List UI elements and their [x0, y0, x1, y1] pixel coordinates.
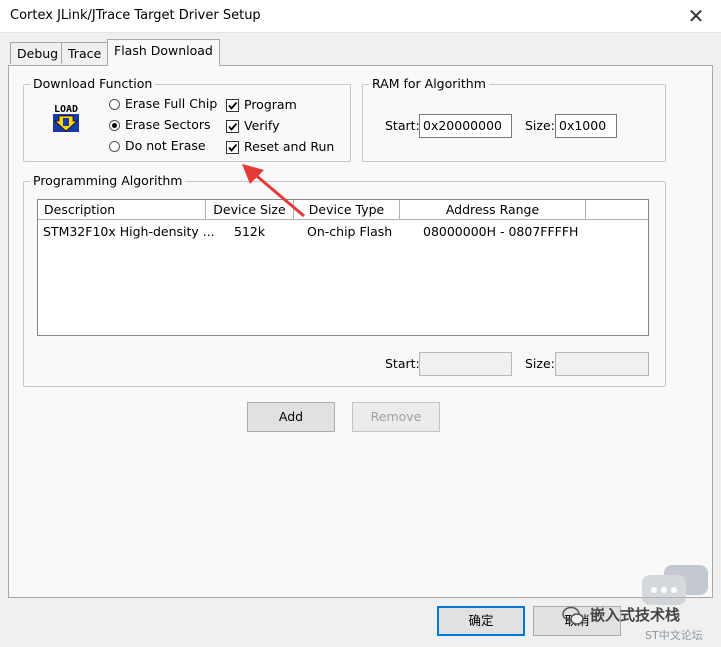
- do-not-erase-radio[interactable]: [109, 141, 120, 152]
- column-header-address-range[interactable]: Address Range: [400, 200, 586, 220]
- ok-button[interactable]: 确定: [437, 606, 525, 636]
- erase-sectors-radio[interactable]: [109, 120, 120, 131]
- algorithm-size-input[interactable]: [555, 352, 649, 376]
- erase-sectors-label[interactable]: Erase Sectors: [125, 117, 211, 132]
- ram-for-algorithm-title: RAM for Algorithm: [369, 76, 489, 92]
- row-address-range[interactable]: 08000000H - 0807FFFFH: [423, 224, 578, 240]
- verify-label[interactable]: Verify: [244, 118, 279, 133]
- column-header-description[interactable]: Description: [38, 200, 206, 220]
- chat-bubble-icon: [640, 563, 710, 607]
- tab-debug[interactable]: Debug: [10, 42, 66, 64]
- add-button[interactable]: Add: [247, 402, 335, 432]
- checkmark-icon: [228, 101, 238, 110]
- reset-and-run-checkbox[interactable]: [226, 141, 239, 154]
- algorithm-size-label: Size:: [525, 356, 555, 371]
- window-title: Cortex JLink/JTrace Target Driver Setup: [10, 8, 261, 23]
- annotation-arrow: [242, 164, 305, 218]
- ram-start-label: Start:: [385, 118, 420, 133]
- load-icon-text: LOAD: [54, 104, 78, 115]
- verify-checkbox[interactable]: [226, 120, 239, 133]
- close-icon[interactable]: ✕: [684, 4, 708, 28]
- tab-flash-download[interactable]: Flash Download: [107, 39, 220, 66]
- checkmark-icon: [228, 122, 238, 131]
- row-description[interactable]: STM32F10x High-density ...: [43, 224, 215, 240]
- watermark-subtext: ST中文论坛: [645, 629, 703, 642]
- ram-start-input[interactable]: 0x20000000: [419, 114, 512, 138]
- row-device-size[interactable]: 512k: [234, 224, 265, 240]
- program-checkbox[interactable]: [226, 99, 239, 112]
- remove-button[interactable]: Remove: [352, 402, 440, 432]
- tab-trace[interactable]: Trace: [61, 42, 109, 64]
- erase-full-chip-radio[interactable]: [109, 99, 120, 110]
- wechat-icon: [562, 606, 584, 626]
- reset-and-run-label[interactable]: Reset and Run: [244, 139, 334, 154]
- algorithm-start-label: Start:: [385, 356, 420, 371]
- erase-full-chip-label[interactable]: Erase Full Chip: [125, 96, 217, 111]
- ram-size-label: Size:: [525, 118, 555, 133]
- column-header-empty: [586, 200, 648, 220]
- ram-size-input[interactable]: 0x1000: [555, 114, 617, 138]
- checkmark-icon: [228, 143, 238, 152]
- algorithm-start-input[interactable]: [419, 352, 512, 376]
- title-bar: Cortex JLink/JTrace Target Driver Setup …: [0, 0, 721, 33]
- program-label[interactable]: Program: [244, 97, 297, 112]
- radio-selected-dot: [112, 123, 117, 128]
- do-not-erase-label[interactable]: Do not Erase: [125, 138, 206, 153]
- programming-algorithm-title: Programming Algorithm: [30, 173, 186, 189]
- algorithm-list[interactable]: Description Device Size Device Type Addr…: [37, 199, 649, 336]
- watermark-text: 嵌入式技术栈: [590, 606, 681, 624]
- download-function-title: Download Function: [30, 76, 156, 92]
- load-icon: LOAD: [50, 101, 82, 135]
- row-device-type[interactable]: On-chip Flash: [307, 224, 392, 240]
